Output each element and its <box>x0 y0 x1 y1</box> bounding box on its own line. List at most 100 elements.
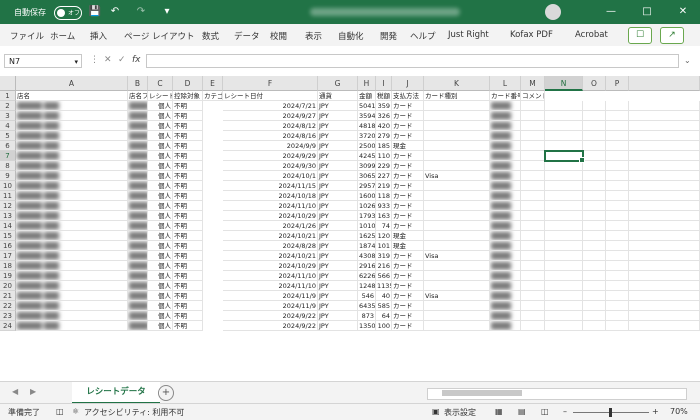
receipt-date-cell[interactable]: 2024/11/10 <box>223 271 318 281</box>
card-type-cell[interactable] <box>424 301 490 311</box>
amount-cell[interactable]: 546 <box>358 291 376 301</box>
row-header[interactable]: 14 <box>0 221 16 231</box>
deduction-cell[interactable]: 不明 <box>173 311 203 321</box>
empty-cell[interactable] <box>629 281 700 291</box>
shop-name-cell[interactable]: █████ ███ <box>16 131 128 141</box>
normal-view-icon[interactable]: ▦ <box>495 407 503 416</box>
card-number-cell[interactable]: ████ <box>490 221 521 231</box>
receipt-date-cell[interactable]: 2024/9/22 <box>223 321 318 331</box>
receipt-type-cell[interactable]: 個人 <box>148 181 173 191</box>
shop-name-cell[interactable]: █████ ███ <box>16 251 128 261</box>
card-number-cell[interactable]: ████ <box>490 261 521 271</box>
empty-cell[interactable] <box>545 271 583 281</box>
empty-cell[interactable] <box>629 311 700 321</box>
currency-cell[interactable]: JPY <box>318 171 358 181</box>
card-number-cell[interactable]: ████ <box>490 201 521 211</box>
shop-kana-cell[interactable]: ████ <box>128 161 148 171</box>
row-header[interactable]: 21 <box>0 291 16 301</box>
card-type-cell[interactable] <box>424 211 490 221</box>
empty-cell[interactable] <box>545 301 583 311</box>
empty-cell[interactable] <box>583 181 606 191</box>
deduction-cell[interactable]: 不明 <box>173 151 203 161</box>
payment-method-cell[interactable]: 現金 <box>392 231 424 241</box>
empty-cell[interactable] <box>521 161 545 171</box>
tab-data[interactable]: データ <box>234 30 260 42</box>
empty-cell[interactable] <box>583 301 606 311</box>
header-cell[interactable]: 店名フリガナ <box>128 91 148 101</box>
shop-name-cell[interactable]: █████ ███ <box>16 101 128 111</box>
column-header[interactable]: O <box>583 76 606 91</box>
redo-icon[interactable]: ↷ <box>134 5 148 19</box>
deduction-cell[interactable]: 不明 <box>173 271 203 281</box>
deduction-cell[interactable]: 不明 <box>173 191 203 201</box>
card-number-cell[interactable]: ████ <box>490 111 521 121</box>
header-cell[interactable]: 金額 <box>358 91 376 101</box>
currency-cell[interactable]: JPY <box>318 181 358 191</box>
card-type-cell[interactable] <box>424 321 490 331</box>
tax-cell[interactable]: 219 <box>376 181 392 191</box>
shop-name-cell[interactable]: █████ ███ <box>16 311 128 321</box>
deduction-cell[interactable]: 不明 <box>173 231 203 241</box>
amount-cell[interactable]: 873 <box>358 311 376 321</box>
currency-cell[interactable]: JPY <box>318 281 358 291</box>
receipt-type-cell[interactable]: 個人 <box>148 281 173 291</box>
column-header[interactable]: E <box>203 76 223 91</box>
amount-cell[interactable]: 6226 <box>358 271 376 281</box>
add-sheet-button[interactable]: + <box>158 385 174 401</box>
card-number-cell[interactable]: ████ <box>490 321 521 331</box>
amount-cell[interactable]: 4818 <box>358 121 376 131</box>
empty-cell[interactable] <box>521 311 545 321</box>
shop-name-cell[interactable]: █████ ███ <box>16 211 128 221</box>
empty-cell[interactable] <box>521 251 545 261</box>
card-type-cell[interactable] <box>424 141 490 151</box>
currency-cell[interactable]: JPY <box>318 301 358 311</box>
amount-cell[interactable]: 6435 <box>358 301 376 311</box>
deduction-cell[interactable]: 不明 <box>173 131 203 141</box>
comments-button[interactable]: ☐ <box>628 27 652 44</box>
empty-cell[interactable] <box>545 161 583 171</box>
shop-kana-cell[interactable]: ████ <box>128 301 148 311</box>
tab-insert[interactable]: 挿入 <box>90 30 107 42</box>
currency-cell[interactable]: JPY <box>318 251 358 261</box>
row-header[interactable]: 9 <box>0 171 16 181</box>
payment-method-cell[interactable]: カード <box>392 321 424 331</box>
currency-cell[interactable]: JPY <box>318 131 358 141</box>
page-layout-view-icon[interactable]: ▤ <box>518 407 526 416</box>
empty-cell[interactable] <box>545 131 583 141</box>
column-header[interactable]: C <box>148 76 173 91</box>
amount-cell[interactable]: 1600 <box>358 191 376 201</box>
shop-kana-cell[interactable]: ████ <box>128 141 148 151</box>
insert-function-icon[interactable]: fx <box>132 55 141 65</box>
receipt-type-cell[interactable]: 個人 <box>148 151 173 161</box>
empty-cell[interactable] <box>606 261 629 271</box>
empty-cell[interactable] <box>629 141 700 151</box>
shop-kana-cell[interactable]: ████ <box>128 101 148 111</box>
card-type-cell[interactable]: Visa <box>424 251 490 261</box>
accessibility-icon[interactable]: ⚛ <box>72 407 79 416</box>
receipt-date-cell[interactable]: 2024/10/29 <box>223 261 318 271</box>
empty-cell[interactable] <box>545 231 583 241</box>
payment-method-cell[interactable]: カード <box>392 221 424 231</box>
shop-kana-cell[interactable]: ████ <box>128 181 148 191</box>
row-header[interactable]: 20 <box>0 281 16 291</box>
payment-method-cell[interactable]: カード <box>392 211 424 221</box>
empty-cell[interactable] <box>521 281 545 291</box>
shop-name-cell[interactable]: █████ ███ <box>16 181 128 191</box>
empty-cell[interactable] <box>583 231 606 241</box>
deduction-cell[interactable]: 不明 <box>173 301 203 311</box>
deduction-cell[interactable]: 不明 <box>173 281 203 291</box>
row-header[interactable]: 2 <box>0 101 16 111</box>
tax-cell[interactable]: 319 <box>376 251 392 261</box>
receipt-type-cell[interactable]: 個人 <box>148 141 173 151</box>
zoom-in-icon[interactable]: + <box>652 407 659 416</box>
empty-cell[interactable] <box>583 221 606 231</box>
empty-cell[interactable] <box>606 281 629 291</box>
receipt-date-cell[interactable]: 2024/9/27 <box>223 111 318 121</box>
tax-cell[interactable]: 110 <box>376 151 392 161</box>
shop-kana-cell[interactable]: ████ <box>128 321 148 331</box>
shop-kana-cell[interactable]: ████ <box>128 221 148 231</box>
shop-name-cell[interactable]: █████ ███ <box>16 241 128 251</box>
header-cell[interactable]: カード番号 <box>490 91 521 101</box>
deduction-cell[interactable]: 不明 <box>173 171 203 181</box>
empty-cell[interactable] <box>629 101 700 111</box>
